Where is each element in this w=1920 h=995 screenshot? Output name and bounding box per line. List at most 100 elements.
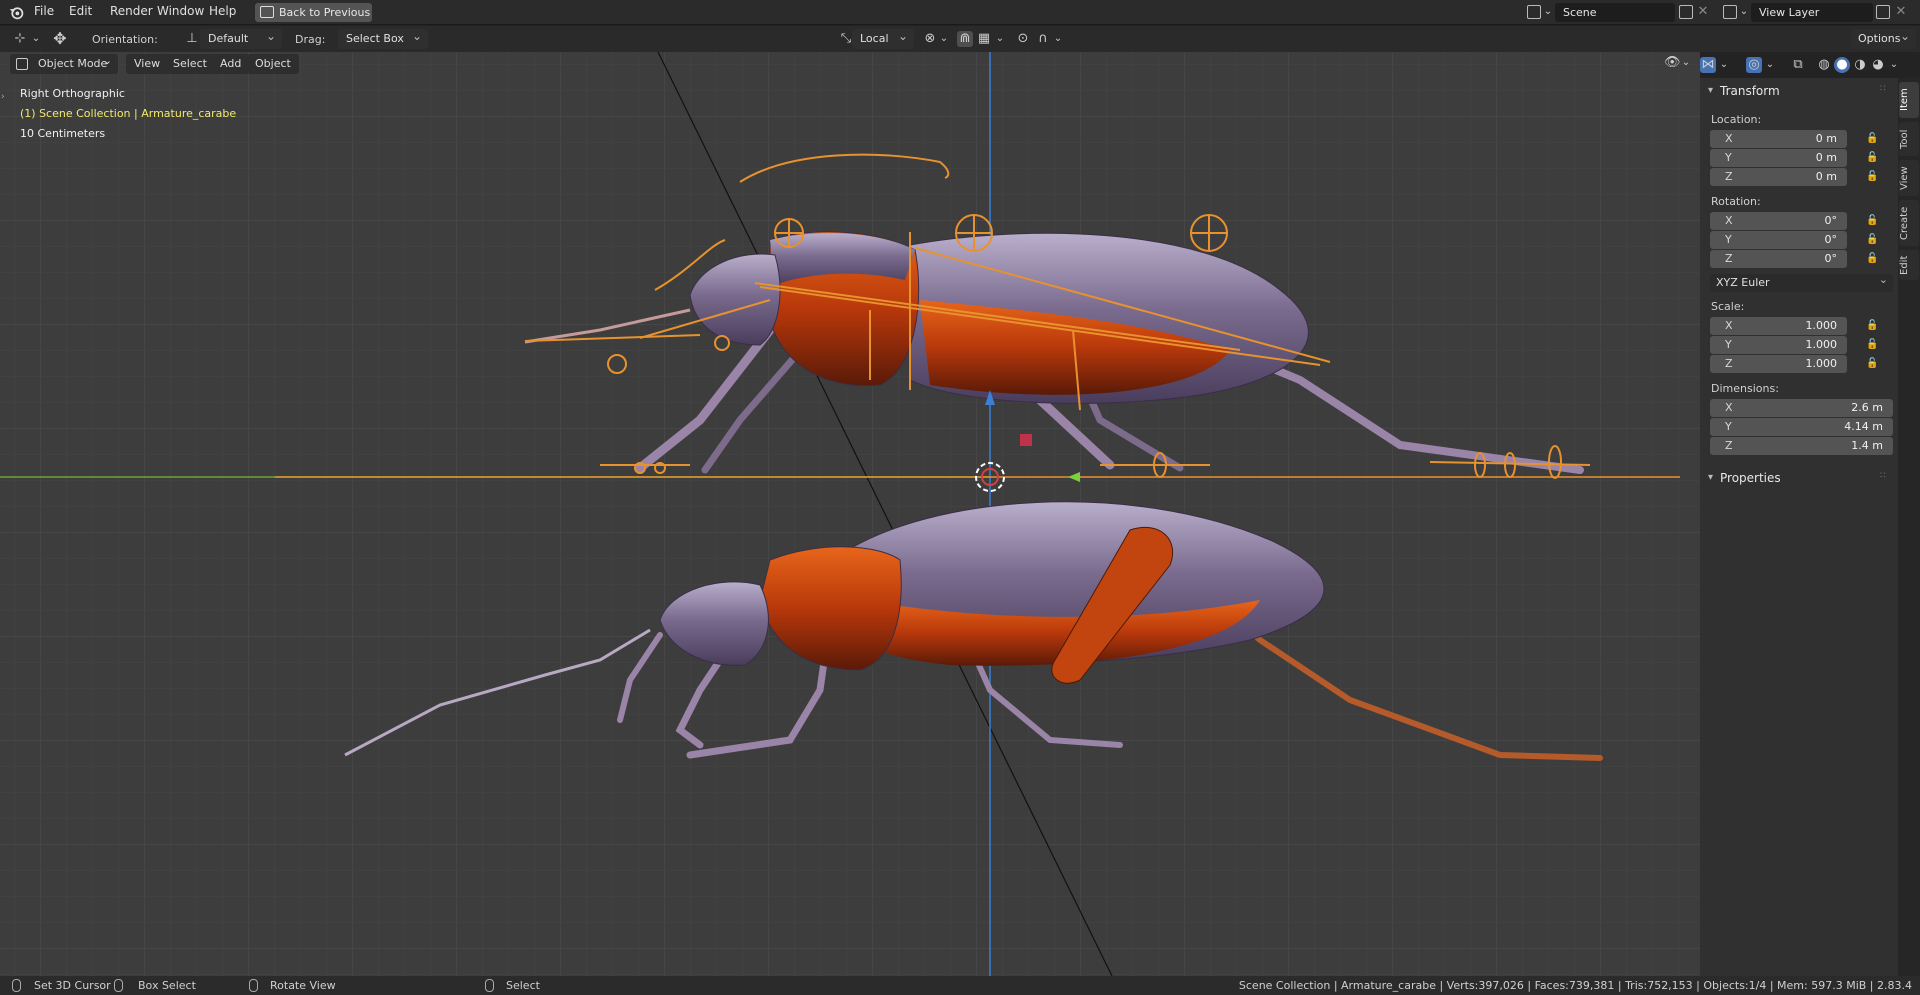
lower-beetle-model[interactable] (344, 501, 1603, 761)
orientation-label: Orientation: (92, 33, 158, 46)
location-y-field[interactable]: Y 0 m (1710, 149, 1847, 167)
lock-icon[interactable]: 🔓 (1866, 234, 1878, 246)
proportional-editing-icon[interactable]: ⊙ (1015, 31, 1031, 47)
location-x-field[interactable]: X 0 m (1710, 130, 1847, 148)
lock-icon[interactable]: 🔓 (1866, 253, 1878, 265)
y-axis-arrow-icon[interactable] (1068, 472, 1080, 482)
lock-icon[interactable]: 🔓 (1866, 358, 1878, 370)
pivot-point-chevron-icon[interactable]: ⌄ (936, 31, 952, 47)
lock-icon[interactable]: 🔓 (1866, 215, 1878, 227)
snap-icon[interactable]: ⋒ (957, 31, 973, 47)
view-layer-chevron-icon[interactable]: ⌄ (1736, 4, 1752, 20)
tab-item[interactable]: Item (1899, 82, 1919, 118)
view-layer-icon[interactable] (1723, 5, 1737, 19)
rotation-z-field[interactable]: Z 0° (1710, 250, 1847, 268)
lock-icon[interactable]: 🔓 (1866, 339, 1878, 351)
scale-z-field[interactable]: Z 1.000 (1710, 355, 1847, 373)
menu-render[interactable]: Render (110, 4, 153, 18)
tab-create[interactable]: Create (1899, 200, 1919, 246)
properties-panel-header[interactable]: Properties (1702, 467, 1896, 489)
drag-dropdown[interactable]: Select Box (338, 26, 428, 49)
delete-scene-icon[interactable]: ✕ (1695, 4, 1711, 20)
menu-edit[interactable]: Edit (69, 4, 92, 18)
axis-label: Y (1725, 233, 1732, 246)
object-mode-icon (16, 58, 28, 70)
gizmo-toggle-icon[interactable]: ⋈ (1700, 57, 1716, 73)
overlays-chevron-icon[interactable]: ⌄ (1762, 57, 1778, 73)
scene-statistics: Scene Collection | Armature_carabe | Ver… (1238, 979, 1912, 992)
view-layer-field[interactable]: View Layer (1751, 3, 1873, 22)
lock-icon[interactable]: 🔓 (1866, 171, 1878, 183)
mouse-left-icon (12, 979, 21, 992)
tab-edit[interactable]: Edit (1899, 250, 1919, 280)
menu-file[interactable]: File (34, 4, 54, 18)
blender-logo-icon[interactable] (8, 4, 25, 21)
xray-toggle-icon[interactable]: ⧉ (1790, 57, 1806, 73)
transform-panel-header[interactable]: Transform (1702, 80, 1896, 102)
scale-x-field[interactable]: X 1.000 (1710, 317, 1847, 335)
scene-dropdown-chevron-icon[interactable]: ⌄ (1540, 4, 1556, 20)
new-scene-icon[interactable] (1679, 5, 1693, 19)
falloff-curve-icon[interactable]: ∩ (1035, 31, 1051, 47)
lock-icon[interactable]: 🔓 (1866, 152, 1878, 164)
rotation-x-field[interactable]: X 0° (1710, 212, 1847, 230)
wireframe-shading-icon[interactable]: ◍ (1816, 57, 1832, 73)
lock-icon[interactable]: 🔓 (1866, 133, 1878, 145)
transform-panel-grip-icon[interactable]: ∷ (1880, 84, 1886, 94)
dimensions-y-field[interactable]: Y 4.14 m (1710, 418, 1893, 436)
editor-type-chevron-icon[interactable]: ⌄ (28, 31, 44, 47)
object-mode-dropdown[interactable]: Object Mode ⌄ (10, 54, 118, 74)
tab-tool[interactable]: Tool (1899, 122, 1919, 156)
back-to-previous-label: Back to Previous (279, 6, 371, 19)
3d-viewport[interactable]: Object Mode ⌄ View Select Add Object 👁 ⌄… (0, 52, 1700, 976)
upper-beetle-model[interactable] (524, 153, 1591, 479)
status-bar: Set 3D Cursor Box Select Rotate View Sel… (0, 976, 1920, 995)
field-value: 0° (1824, 252, 1838, 265)
menu-object[interactable]: Object (247, 54, 299, 74)
menu-help[interactable]: Help (209, 4, 236, 18)
axis-label: Z (1725, 170, 1733, 183)
location-z-field[interactable]: Z 0 m (1710, 168, 1847, 186)
options-dropdown[interactable]: Options (1850, 26, 1916, 49)
snap-chevron-icon[interactable]: ⌄ (992, 31, 1008, 47)
menu-view[interactable]: View (126, 54, 169, 74)
field-value: 0° (1824, 214, 1838, 227)
menu-select[interactable]: Select (165, 54, 215, 74)
object-mode-label: Object Mode (38, 57, 108, 70)
menu-window[interactable]: Window (157, 4, 204, 18)
axis-label: X (1725, 214, 1733, 227)
field-value: 1.000 (1805, 357, 1838, 370)
scene-icon[interactable] (1527, 5, 1541, 19)
rendered-shading-icon[interactable]: ◕ (1870, 57, 1886, 73)
gizmo-chevron-icon[interactable]: ⌄ (1716, 57, 1732, 73)
grid-scale: 10 Centimeters (20, 127, 106, 140)
overlays-toggle-icon[interactable]: ◎ (1746, 57, 1762, 73)
visibility-chevron-icon[interactable]: ⌄ (1678, 55, 1694, 71)
pivot-dropdown[interactable]: Local (852, 26, 914, 49)
falloff-chevron-icon[interactable]: ⌄ (1050, 31, 1066, 47)
transform-gizmo-icon[interactable]: ✥ (52, 31, 68, 47)
delete-view-layer-icon[interactable]: ✕ (1893, 4, 1909, 20)
toolbar-expand-icon[interactable]: › (1, 92, 5, 102)
snap-grid-icon[interactable]: ▦ (976, 31, 992, 47)
dimensions-z-field[interactable]: Z 1.4 m (1710, 437, 1893, 455)
orientation-dropdown[interactable]: Default (200, 26, 282, 49)
lock-icon[interactable]: 🔓 (1866, 320, 1878, 332)
mouse-drag-icon (114, 979, 123, 992)
menu-add[interactable]: Add (212, 54, 250, 74)
new-view-layer-icon[interactable] (1876, 5, 1890, 19)
rotation-y-field[interactable]: Y 0° (1710, 231, 1847, 249)
scene-name-field[interactable]: Scene (1555, 3, 1675, 22)
dimensions-label: Dimensions: (1711, 382, 1779, 395)
field-value: 0 m (1815, 170, 1837, 183)
solid-shading-icon[interactable]: ● (1834, 57, 1850, 73)
scale-y-field[interactable]: Y 1.000 (1710, 336, 1847, 354)
material-shading-icon[interactable]: ◑ (1852, 57, 1868, 73)
shading-chevron-icon[interactable]: ⌄ (1886, 57, 1902, 73)
properties-panel-grip-icon[interactable]: ∷ (1880, 471, 1886, 481)
dimensions-x-field[interactable]: X 2.6 m (1710, 399, 1893, 417)
rotation-mode-dropdown[interactable]: XYZ Euler (1710, 271, 1893, 292)
tab-view[interactable]: View (1899, 160, 1919, 196)
back-to-previous-button[interactable]: Back to Previous (255, 3, 372, 22)
editor-type-icon[interactable]: ⊹ (12, 31, 28, 47)
